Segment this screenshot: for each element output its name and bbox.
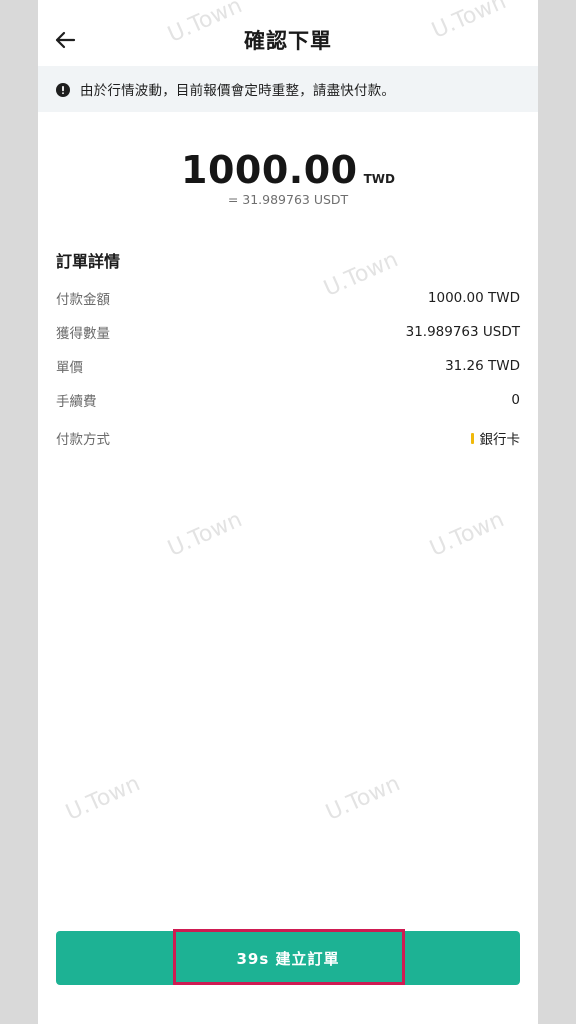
- detail-value: 1000.00 TWD: [427, 290, 520, 306]
- create-order-button[interactable]: 39s 建立訂單: [56, 931, 520, 985]
- detail-label: 付款金額: [56, 292, 110, 308]
- amount-equivalent: = 31.989763 USDT: [227, 192, 349, 207]
- price-refresh-notice: 由於行情波動，目前報價會定時重整，請盡快付款。: [38, 66, 538, 112]
- detail-label: 手續費: [56, 394, 97, 410]
- order-confirm-screen: U.Town U.Town U.Town U.Town U.Town U.Tow…: [38, 0, 538, 1024]
- payment-method-marker: [470, 432, 474, 444]
- watermark: U.Town: [62, 771, 144, 826]
- order-amount: 1000.00 TWD: [38, 148, 538, 192]
- detail-row-payment-amount: 付款金額 1000.00 TWD: [56, 288, 520, 308]
- create-order-label: 39s 建立訂單: [236, 949, 340, 968]
- payment-method-value: 銀行卡: [470, 428, 521, 448]
- page-title: 確認下單: [244, 29, 332, 53]
- detail-row-unit-price: 單價 31.26 TWD: [56, 356, 520, 376]
- watermark: U.Town: [426, 507, 508, 562]
- detail-label: 單價: [56, 360, 83, 376]
- top-nav-bar: 確認下單: [38, 0, 538, 66]
- detail-label: 獲得數量: [56, 326, 110, 342]
- watermark: U.Town: [164, 507, 246, 562]
- amount-value: 1000.00: [181, 148, 358, 192]
- exclamation-circle-icon: [56, 82, 70, 97]
- order-details-title: 訂單詳情: [56, 252, 121, 271]
- detail-value: 31.989763 USDT: [405, 324, 520, 340]
- detail-value: 31.26 TWD: [445, 358, 520, 374]
- watermark: U.Town: [322, 771, 404, 826]
- detail-label: 付款方式: [56, 432, 110, 448]
- amount-currency: TWD: [363, 172, 395, 186]
- payment-method-label: 銀行卡: [479, 432, 521, 448]
- detail-row-payment-method: 付款方式 銀行卡: [56, 428, 520, 448]
- detail-row-fee: 手續費 0: [56, 390, 520, 410]
- detail-value: 0: [511, 392, 520, 408]
- detail-row-received-quantity: 獲得數量 31.989763 USDT: [56, 322, 520, 342]
- notice-text: 由於行情波動，目前報價會定時重整，請盡快付款。: [80, 83, 396, 99]
